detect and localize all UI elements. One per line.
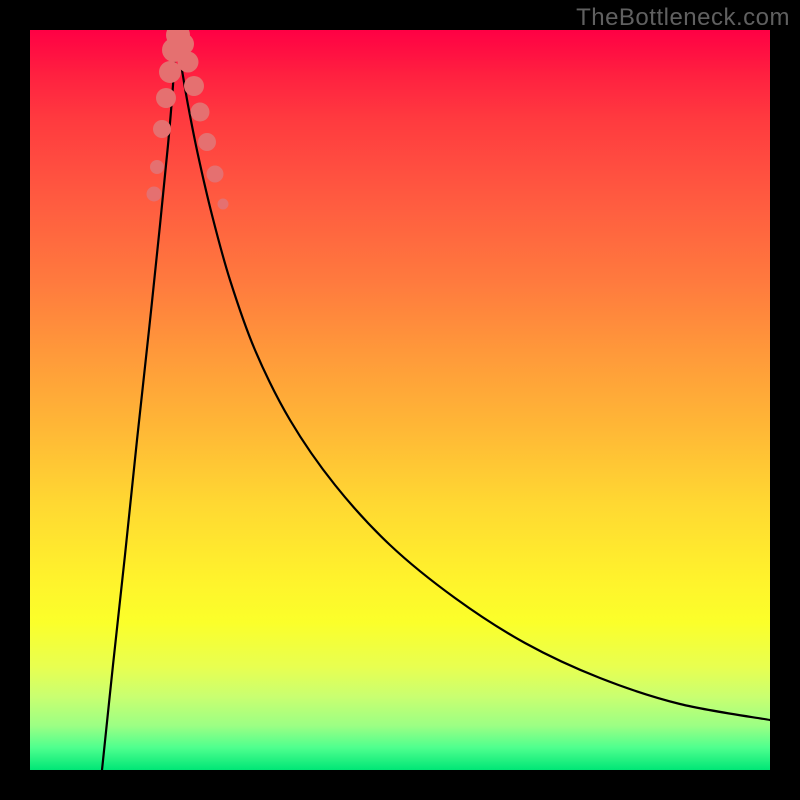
data-marker [184, 76, 204, 96]
data-marker [191, 103, 210, 122]
data-marker [218, 199, 229, 210]
data-marker [153, 120, 171, 138]
data-marker [178, 52, 199, 73]
chart-frame: TheBottleneck.com [0, 0, 800, 800]
curve-right-branch [176, 30, 770, 720]
marker-dots [147, 30, 229, 210]
data-marker [172, 33, 194, 55]
curve-left-branch [102, 30, 176, 770]
plot-area [30, 30, 770, 770]
data-marker [147, 187, 162, 202]
curve-layer [30, 30, 770, 770]
data-marker [159, 61, 181, 83]
data-marker [198, 133, 216, 151]
data-marker [156, 88, 176, 108]
data-marker [207, 166, 224, 183]
watermark-label: TheBottleneck.com [576, 4, 790, 32]
data-marker [150, 160, 164, 174]
